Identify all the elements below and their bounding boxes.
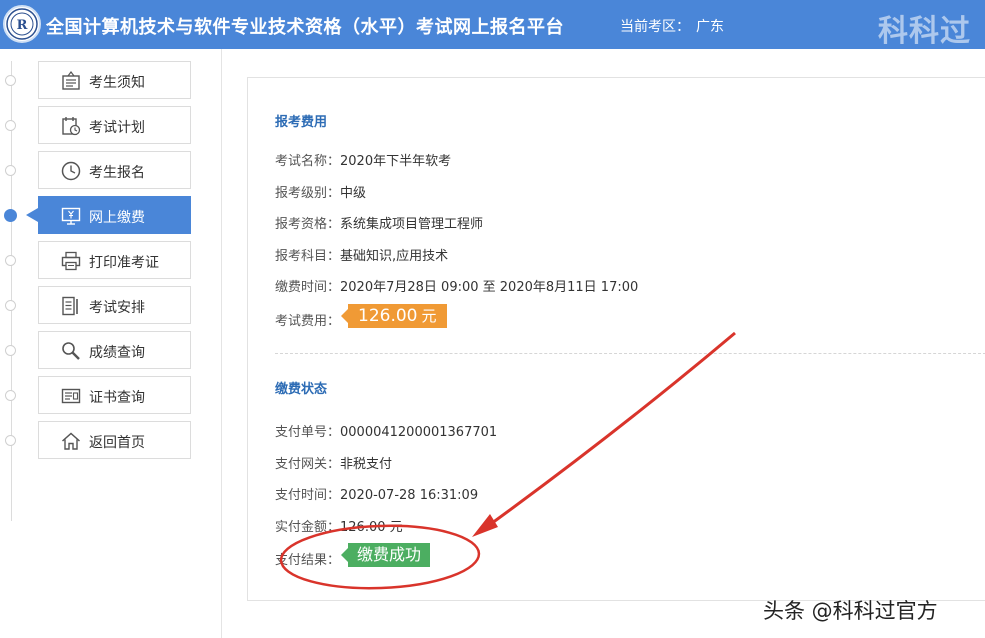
gateway-value: 非税支付 [340,457,393,472]
printer-icon [61,251,81,271]
payment-success-badge: 缴费成功 [340,543,431,567]
certificate-icon [61,388,81,404]
sidebar-item-label: 成绩查询 [89,345,145,361]
sidebar-item-label: 证书查询 [89,390,145,406]
pay-time-label: 支付时间： [275,488,341,503]
region-value: 广东 [696,19,724,35]
exam-fee-label: 考试费用： [275,314,341,329]
exam-name-row: 考试名称：2020年下半年软考 [275,150,451,169]
svg-text:R: R [17,18,28,33]
logo-icon: R [3,5,41,43]
site-title: 全国计算机技术与软件专业技术资格（水平）考试网上报名平台 [46,17,564,38]
sidebar-item-label: 考试安排 [89,300,145,316]
level-value: 中级 [340,186,367,201]
sidebar-item-exam-notice[interactable]: 考生须知 [38,61,191,99]
current-region: 当前考区： 广东 [620,16,730,36]
document-list-icon [62,296,78,316]
level-row: 报考级别：中级 [275,182,366,201]
order-no-value: 0000041200001367701 [340,425,498,440]
exam-name-label: 考试名称： [275,154,341,169]
magnifier-icon [62,342,80,360]
exam-name-value: 2020年下半年软考 [340,154,452,169]
fee-section-title: 报考费用 [275,115,328,130]
sidebar-item-label: 打印准考证 [89,255,159,271]
sidebar-item-online-payment[interactable]: 网上缴费 [38,196,191,234]
gateway-label: 支付网关： [275,457,341,472]
monitor-yen-icon [61,207,81,225]
payment-period-label: 缴费时间： [275,280,341,295]
level-label: 报考级别： [275,186,341,201]
sidebar-item-label: 网上缴费 [89,210,145,226]
payment-status-title: 缴费状态 [275,382,328,397]
subjects-value: 基础知识,应用技术 [340,249,449,264]
sidebar-item-label: 考生报名 [89,165,145,181]
qualification-label: 报考资格： [275,217,341,232]
sidebar-item-exam-arrangement[interactable]: 考试安排 [38,286,191,324]
sidebar-item-registration[interactable]: 考生报名 [38,151,191,189]
order-no-row: 支付单号：0000041200001367701 [275,421,497,440]
fee-amount: 126.00 [358,306,418,326]
notice-board-icon [62,71,80,90]
timeline-dot [5,345,16,356]
subjects-row: 报考科目：基础知识,应用技术 [275,245,448,264]
home-icon [62,432,80,450]
payment-detail-panel: 报考费用 考试名称：2020年下半年软考 报考级别：中级 报考资格：系统集成项目… [247,77,985,601]
calendar-clock-icon [62,117,81,136]
sidebar-item-home[interactable]: 返回首页 [38,421,191,459]
active-pointer [26,208,38,222]
timeline-dot [5,390,16,401]
top-header: R 全国计算机技术与软件专业技术资格（水平）考试网上报名平台 当前考区： 广东 科… [0,0,985,49]
pay-result-row: 支付结果： [275,549,340,568]
sidebar-item-print-admission[interactable]: 打印准考证 [38,241,191,279]
fee-unit: 元 [421,307,437,325]
sidebar-item-label: 考试计划 [89,120,145,136]
sidebar-item-certificate-query[interactable]: 证书查询 [38,376,191,414]
sidebar: 考生须知 考试计划 考生报名 网上缴费 打印准考证 考试安排 成绩查询 证书查询… [0,49,222,638]
payment-period-row: 缴费时间：2020年7月28日 09:00 至 2020年8月11日 17:00 [275,276,638,295]
qualification-value: 系统集成项目管理工程师 [340,217,484,232]
paid-amount-row: 实付金额：126.00 元 [275,516,403,535]
section-divider [275,353,985,354]
timeline-dot [5,75,16,86]
payment-period-value: 2020年7月28日 09:00 至 2020年8月11日 17:00 [340,280,639,295]
timeline-dot-active [4,209,17,222]
sidebar-item-exam-plan[interactable]: 考试计划 [38,106,191,144]
timeline-dot [5,120,16,131]
gateway-row: 支付网关：非税支付 [275,453,392,472]
pay-time-value: 2020-07-28 16:31:09 [340,488,479,503]
clock-icon [61,161,81,181]
paid-amount-label: 实付金额： [275,520,341,535]
order-no-label: 支付单号： [275,425,341,440]
pay-result-label: 支付结果： [275,553,341,568]
timeline-dot [5,165,16,176]
timeline-dot [5,255,16,266]
watermark-top: 科科过 [878,14,971,49]
subjects-label: 报考科目： [275,249,341,264]
paid-amount-value: 126.00 元 [340,520,403,535]
watermark-bottom: 头条 @科科过官方 [763,599,938,623]
sidebar-item-label: 考生须知 [89,75,145,91]
region-label: 当前考区： [620,19,690,35]
pay-time-row: 支付时间：2020-07-28 16:31:09 [275,484,478,503]
exam-fee-row: 考试费用： [275,310,340,329]
qualification-row: 报考资格：系统集成项目管理工程师 [275,213,483,232]
sidebar-item-label: 返回首页 [89,435,145,451]
fee-amount-badge: 126.00 元 [341,304,447,328]
sidebar-item-score-query[interactable]: 成绩查询 [38,331,191,369]
timeline-dot [5,300,16,311]
timeline-dot [5,435,16,446]
